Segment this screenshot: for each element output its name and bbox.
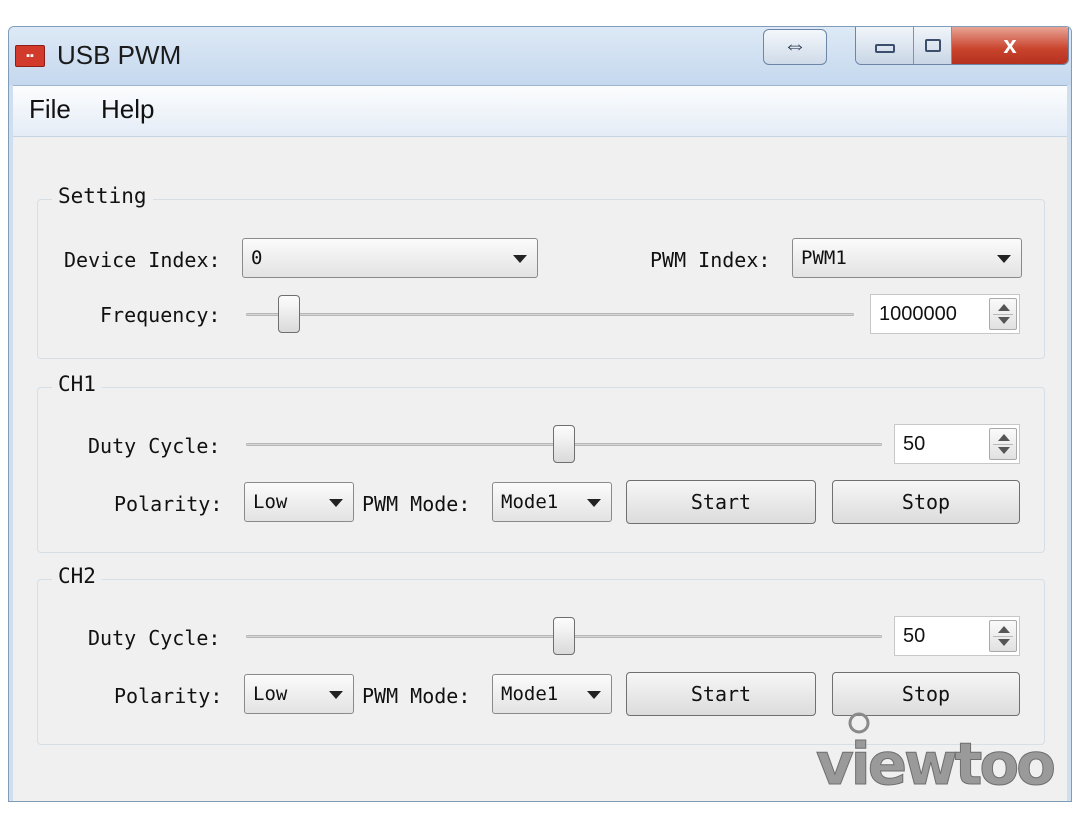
ch1-polarity-combo[interactable]: Low [244,482,354,522]
ch2-pwm-mode-value: Mode1 [501,683,559,705]
arrow-down-icon[interactable] [998,447,1010,454]
chevron-down-icon [329,691,343,699]
chevron-down-icon [587,499,601,507]
minimize-icon [874,44,895,53]
setting-group: Setting Device Index: 0 PWM Index: PWM1 … [37,184,1045,359]
spin-divider [993,636,1013,637]
snap-resize-button[interactable]: ⇔ [763,29,827,65]
watermark-text: viewtool [816,730,1056,796]
title-bar[interactable]: ▪▪ USB PWM ⇔ x [9,27,1071,85]
arrow-down-icon[interactable] [998,317,1010,324]
ch2-duty-cycle-slider[interactable] [246,616,882,656]
ch2-start-button[interactable]: Start [626,672,816,716]
chevron-down-icon [997,255,1011,263]
ch2-duty-cycle-label: Duty Cycle: [88,626,221,650]
maximize-icon [924,39,941,52]
ch1-stop-button[interactable]: Stop [832,480,1020,524]
arrow-up-icon[interactable] [998,626,1010,633]
ch1-pwm-mode-value: Mode1 [501,491,559,513]
ch2-group-title: CH2 [52,564,102,588]
ch2-duty-cycle-value: 50 [903,625,926,647]
ch2-stop-button[interactable]: Stop [832,672,1020,716]
slider-thumb[interactable] [553,425,575,463]
ch2-polarity-combo[interactable]: Low [244,674,354,714]
frequency-slider[interactable] [246,294,854,334]
spin-buttons[interactable] [989,620,1017,652]
maximize-button[interactable] [914,27,952,64]
frequency-spinbox[interactable]: 1000000 [870,294,1020,334]
ch1-duty-cycle-value: 50 [903,433,926,455]
pwm-index-value: PWM1 [801,247,847,269]
spin-divider [993,314,1013,315]
menu-bar: File Help [13,85,1067,137]
setting-group-title: Setting [52,184,153,208]
ch1-pwm-mode-combo[interactable]: Mode1 [492,482,612,522]
menu-file[interactable]: File [29,94,71,125]
spin-buttons[interactable] [989,428,1017,460]
device-index-combo[interactable]: 0 [242,238,538,278]
ch1-start-button[interactable]: Start [626,480,816,524]
frequency-value: 1000000 [879,303,957,325]
client-area: Setting Device Index: 0 PWM Index: PWM1 … [13,137,1067,801]
ch1-group-title: CH1 [52,372,102,396]
ch2-duty-cycle-spinbox[interactable]: 50 [894,616,1020,656]
slider-track [246,313,854,316]
ch1-polarity-label: Polarity: [114,492,223,516]
minimize-button[interactable] [856,27,914,64]
ch1-group: CH1 Duty Cycle: 50 Polarity: Low PWM Mod… [37,372,1045,553]
frequency-label: Frequency: [100,303,221,327]
window-controls: x [855,27,1069,65]
menu-help[interactable]: Help [101,94,154,125]
pwm-index-label: PWM Index: [650,248,771,272]
ch1-polarity-value: Low [253,491,288,513]
close-icon: x [1003,31,1017,59]
ch2-pwm-mode-combo[interactable]: Mode1 [492,674,612,714]
app-window: ▪▪ USB PWM ⇔ x File Help Setting Device … [8,26,1072,802]
window-title: USB PWM [57,40,182,70]
ch1-pwm-mode-label: PWM Mode: [362,492,471,516]
slider-thumb[interactable] [277,295,300,333]
slider-thumb[interactable] [553,617,575,655]
ch2-polarity-label: Polarity: [114,684,223,708]
device-index-value: 0 [251,247,263,269]
app-icon: ▪▪ [15,45,45,67]
ch2-pwm-mode-label: PWM Mode: [362,684,471,708]
ch1-duty-cycle-label: Duty Cycle: [88,434,221,458]
device-index-label: Device Index: [64,248,221,272]
arrow-up-icon[interactable] [998,434,1010,441]
arrow-up-icon[interactable] [998,304,1010,311]
spin-divider [993,444,1013,445]
ch2-polarity-value: Low [253,683,288,705]
chevron-down-icon [513,255,527,263]
pwm-index-combo[interactable]: PWM1 [792,238,1022,278]
ch1-duty-cycle-spinbox[interactable]: 50 [894,424,1020,464]
close-button[interactable]: x [952,27,1068,64]
arrow-down-icon[interactable] [998,639,1010,646]
chevron-down-icon [587,691,601,699]
spin-buttons[interactable] [989,298,1017,330]
viewtool-watermark-logo: viewtool [816,712,1056,796]
ch1-duty-cycle-slider[interactable] [246,424,882,464]
chevron-down-icon [329,499,343,507]
